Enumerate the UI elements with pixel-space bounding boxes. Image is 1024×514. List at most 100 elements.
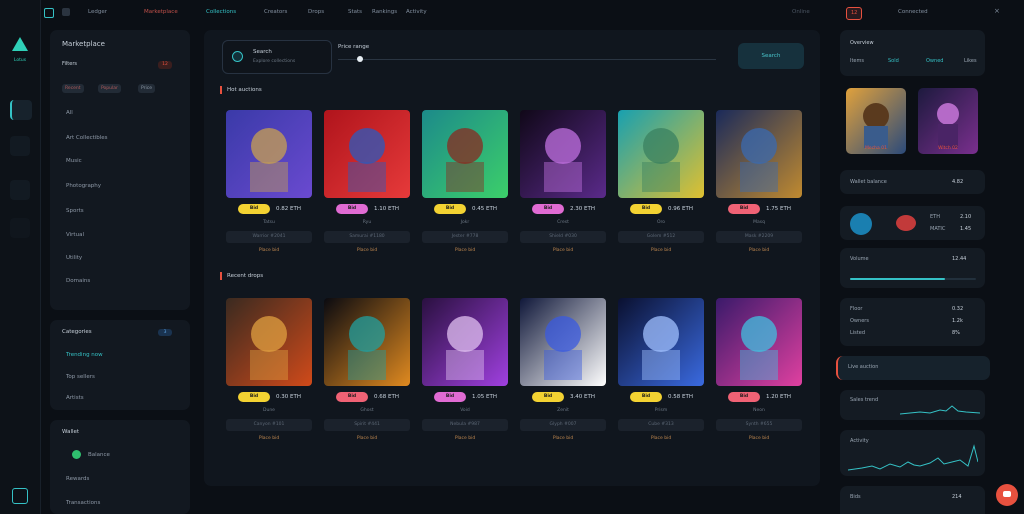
nft-thumbnail[interactable] [324,298,410,386]
category-row[interactable]: All [66,110,73,116]
grid-icon[interactable] [44,8,54,18]
account-status[interactable]: Connected [898,9,928,15]
bid-pill[interactable]: Bid [630,392,662,402]
nft-thumbnail[interactable] [716,110,802,198]
category-row[interactable]: Artists [66,395,84,401]
place-bid-link[interactable]: Place bid [520,248,606,253]
nft-thumbnail[interactable] [520,298,606,386]
wallet-row[interactable]: Balance [88,452,110,458]
price-slider[interactable] [338,56,716,62]
chat-icon[interactable] [996,484,1018,506]
nav-item[interactable]: Marketplace [144,9,178,15]
bid-pill[interactable]: Bid [336,204,368,214]
search-button[interactable]: Search [738,43,804,69]
nav-item[interactable]: Stats [348,9,362,15]
live-auction-bar[interactable]: Live auction [836,356,990,380]
bid-pill[interactable]: Bid [728,392,760,402]
wallet-icon[interactable] [10,180,30,200]
nft-card[interactable]: Bid 0.96 ETH Oro Golem #512 Place bid [618,110,704,256]
nft-card[interactable]: Bid 0.82 ETH Tatsu Warrior #2041 Place bid [226,110,312,256]
category-row[interactable]: Domains [66,278,90,284]
place-bid-link[interactable]: Place bid [422,248,508,253]
bid-pill[interactable]: Bid [630,204,662,214]
tab-sold[interactable]: Sold [888,58,899,64]
place-bid-link[interactable]: Place bid [324,436,410,441]
nft-thumbnail[interactable] [324,110,410,198]
search-box[interactable]: Search Explore collections [222,40,332,74]
place-bid-link[interactable]: Place bid [324,248,410,253]
nft-card[interactable]: Bid 1.20 ETH Neon Synth #655 Place bid [716,298,802,444]
featured-thumb[interactable] [846,88,906,154]
nft-card[interactable]: Bid 1.05 ETH Void Nebula #987 Place bid [422,298,508,444]
nft-card[interactable]: Bid 1.75 ETH Masq Mask #2209 Place bid [716,110,802,256]
category-row[interactable]: Top sellers [66,374,95,380]
nft-thumbnail[interactable] [618,298,704,386]
category-row[interactable]: Virtual [66,232,84,238]
bid-pill[interactable]: Bid [434,204,466,214]
slider-label: Price range [338,44,370,50]
category-row[interactable]: Sports [66,208,84,214]
categories-panel: Categories 3 Trending now Top sellers Ar… [50,320,190,410]
bid-pill[interactable]: Bid [238,204,270,214]
slider-handle[interactable] [357,56,363,62]
settings-icon[interactable] [10,218,30,238]
place-bid-link[interactable]: Place bid [618,436,704,441]
nav-item[interactable]: Creators [264,9,287,15]
nft-thumbnail[interactable] [422,110,508,198]
nav-item-active[interactable]: Collections [206,9,236,15]
category-row[interactable]: Music [66,158,82,164]
nft-card[interactable]: Bid 0.45 ETH Jokr Jester #778 Place bid [422,110,508,256]
tab-likes[interactable]: Likes [964,58,977,64]
close-icon[interactable]: × [994,7,1000,15]
place-bid-link[interactable]: Place bid [226,248,312,253]
nav-item[interactable]: Drops [308,9,324,15]
notification-badge[interactable]: 12 [846,7,863,20]
bid-pill[interactable]: Bid [532,204,564,214]
bid-pill[interactable]: Bid [532,392,564,402]
nav-item[interactable]: Rankings [372,9,397,15]
filter-chip-recent[interactable]: Recent [62,84,84,93]
place-bid-link[interactable]: Place bid [716,248,802,253]
place-bid-link[interactable]: Place bid [520,436,606,441]
nft-thumbnail[interactable] [520,110,606,198]
nft-card[interactable]: Bid 2.30 ETH Crest Shield #030 Place bid [520,110,606,256]
category-row-active[interactable]: Trending now [66,352,103,358]
token-icon[interactable] [896,215,916,231]
tab-items[interactable]: Items [850,58,864,64]
bid-pill[interactable]: Bid [336,392,368,402]
place-bid-link[interactable]: Place bid [716,436,802,441]
chart-icon[interactable] [10,136,30,156]
nft-thumbnail[interactable] [716,298,802,386]
user-icon[interactable] [12,488,28,504]
filter-chip-price[interactable]: Price [138,84,155,93]
bid-pill[interactable]: Bid [238,392,270,402]
bid-pill[interactable]: Bid [434,392,466,402]
category-row[interactable]: Art Collectibles [66,135,108,141]
featured-thumb[interactable] [918,88,978,154]
nft-thumbnail[interactable] [226,110,312,198]
nft-card[interactable]: Bid 0.58 ETH Prism Cube #313 Place bid [618,298,704,444]
place-bid-link[interactable]: Place bid [422,436,508,441]
tab-owned[interactable]: Owned [926,58,943,64]
nft-thumbnail[interactable] [226,298,312,386]
token-icon[interactable] [850,213,872,235]
place-bid-link[interactable]: Place bid [226,436,312,441]
nft-card[interactable]: Bid 0.30 ETH Dune Canyon #101 Place bid [226,298,312,444]
place-bid-link[interactable]: Place bid [618,248,704,253]
nav-item[interactable]: Ledger [88,9,107,15]
category-row[interactable]: Photography [66,183,101,189]
nav-item[interactable]: Activity [406,9,427,15]
wallet-icon[interactable] [62,8,70,16]
wallet-row[interactable]: Transactions [66,500,100,506]
category-row[interactable]: Utility [66,255,82,261]
filter-chip-popular[interactable]: Popular [98,84,121,93]
nft-card[interactable]: Bid 1.10 ETH Ryu Samurai #1180 Place bid [324,110,410,256]
nft-thumbnail[interactable] [618,110,704,198]
home-icon[interactable] [10,100,32,120]
bid-pill[interactable]: Bid [728,204,760,214]
card-title-bar: Synth #655 [716,419,802,431]
nft-card[interactable]: Bid 3.40 ETH Zenit Glyph #007 Place bid [520,298,606,444]
wallet-row[interactable]: Rewards [66,476,89,482]
nft-card[interactable]: Bid 0.68 ETH Ghost Spirit #441 Place bid [324,298,410,444]
nft-thumbnail[interactable] [422,298,508,386]
